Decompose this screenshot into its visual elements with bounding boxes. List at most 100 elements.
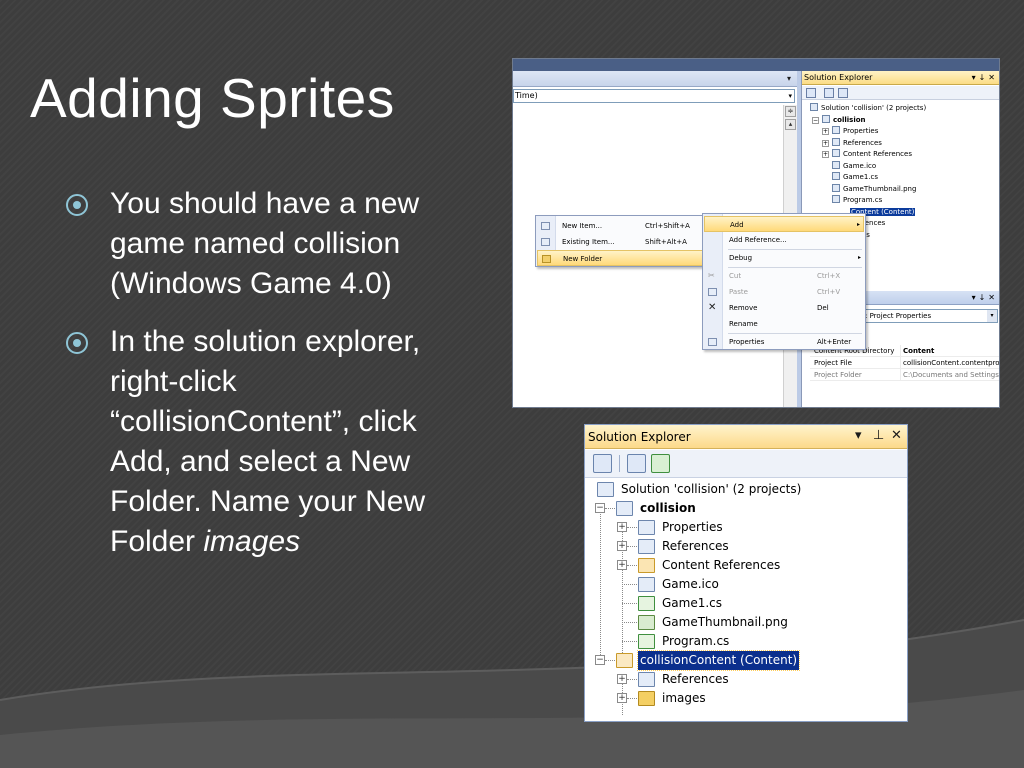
split-icon[interactable]: ≑ <box>785 106 796 117</box>
ide-titlebar <box>513 59 999 71</box>
expand-icon[interactable]: + <box>617 522 627 532</box>
tree-connector <box>605 508 615 509</box>
collapse-icon[interactable]: − <box>812 116 819 124</box>
tree-item[interactable]: GameThumbnail.png <box>802 183 999 196</box>
tree-item-solution[interactable]: Solution 'collision' (2 projects) <box>597 480 897 499</box>
submenu-arrow-icon: ▸ <box>856 221 860 228</box>
menu-item-rename[interactable]: Rename <box>704 316 864 332</box>
menu-item-new-folder[interactable]: New Folder <box>537 250 703 266</box>
editor-combo-text: Time) <box>515 91 538 100</box>
show-all-files-icon[interactable] <box>593 454 612 473</box>
pin-icon[interactable]: ↓ <box>979 293 989 302</box>
add-submenu: New Item... Ctrl+Shift+A Existing Item...… <box>535 215 705 267</box>
show-all-files-icon[interactable] <box>806 88 816 98</box>
tree-item-images-folder[interactable]: + images <box>617 689 897 708</box>
new-item-icon <box>541 222 550 230</box>
tree-item[interactable]: Game.ico <box>802 160 999 173</box>
dropdown-icon[interactable]: ▾ <box>972 73 979 82</box>
tree-item-references[interactable]: + References <box>617 537 897 556</box>
chevron-down-icon[interactable]: ▾ <box>987 310 997 322</box>
expand-icon[interactable]: + <box>617 693 627 703</box>
dropdown-icon[interactable]: ▾ <box>855 428 862 443</box>
bullet-text: You should have a new game named collisi… <box>110 187 420 300</box>
solution-icon <box>810 103 818 111</box>
tree-item-game-ico[interactable]: Game.ico <box>617 575 897 594</box>
properties-object-combo[interactable]: : Project Properties ▾ <box>862 309 998 323</box>
window-buttons[interactable]: ▾↓✕ <box>972 291 998 305</box>
tree-item-gamethumbnail[interactable]: GameThumbnail.png <box>617 613 897 632</box>
expand-icon[interactable]: + <box>822 139 829 147</box>
menu-item-paste[interactable]: Paste Ctrl+V <box>704 284 864 300</box>
collapse-icon[interactable]: − <box>595 655 605 665</box>
tree-item-content-references[interactable]: + Content References <box>617 556 897 575</box>
bullet-emphasis: images <box>203 525 301 558</box>
expand-icon[interactable]: + <box>617 674 627 684</box>
refresh-icon[interactable] <box>838 88 848 98</box>
menu-item-new-item[interactable]: New Item... Ctrl+Shift+A <box>537 218 703 234</box>
property-row[interactable]: Project File collisionContent.contentproj <box>810 357 999 369</box>
editor-member-combo[interactable]: Time) ▾ <box>513 89 795 103</box>
tree-connector <box>627 565 637 566</box>
tree-item-references[interactable]: + References <box>617 670 897 689</box>
tree-connector <box>622 622 637 623</box>
pin-icon[interactable]: ↓ <box>979 73 989 82</box>
close-icon[interactable]: ✕ <box>988 73 998 82</box>
scroll-up-icon[interactable]: ▴ <box>785 119 796 130</box>
tree-item[interactable]: + References <box>802 137 999 150</box>
property-row[interactable]: Project Folder C:\Documents and Settings\ <box>810 369 999 381</box>
tree-item[interactable]: Solution 'collision' (2 projects) <box>802 103 999 115</box>
tree-connector <box>622 584 637 585</box>
tree-item-properties[interactable]: + Properties <box>617 518 897 537</box>
expand-icon[interactable]: + <box>822 128 829 135</box>
pin-icon[interactable]: ⊥ <box>873 428 884 443</box>
tree-item-collisioncontent[interactable]: − collisionContent (Content) <box>595 650 895 671</box>
content-references-icon <box>638 558 655 573</box>
bullet-list: You should have a new game named collisi… <box>66 184 446 580</box>
references-icon <box>638 539 655 554</box>
properties-icon <box>638 520 655 535</box>
content-project-icon <box>616 653 633 668</box>
dropdown-icon[interactable]: ▾ <box>972 293 979 302</box>
toolbar-separator <box>619 455 620 472</box>
remove-icon: ✕ <box>708 302 717 313</box>
solution-explorer-titlebar: Solution Explorer ▾↓✕ <box>802 71 999 85</box>
folder-icon <box>638 691 655 706</box>
menu-item-add[interactable]: Add ▸ <box>704 216 864 232</box>
tree-item-game1-cs[interactable]: Game1.cs <box>617 594 897 613</box>
properties-icon[interactable] <box>627 454 646 473</box>
window-buttons[interactable]: ▾↓✕ <box>972 71 998 85</box>
cs-file-icon <box>638 634 655 649</box>
expand-icon[interactable]: + <box>822 151 829 158</box>
tree-item[interactable]: + Content References <box>802 149 999 161</box>
tree-item[interactable]: Game1.cs <box>802 172 999 184</box>
tree-item-project[interactable]: − collision <box>595 499 895 518</box>
ico-file-icon <box>832 160 840 169</box>
cut-icon: ✂ <box>708 271 715 280</box>
tree-item-program-cs[interactable]: Program.cs <box>617 632 897 651</box>
collapse-icon[interactable]: − <box>595 503 605 513</box>
close-icon[interactable]: ✕ <box>988 293 998 302</box>
cs-file-icon <box>638 596 655 611</box>
tree-item[interactable]: Program.cs <box>802 195 999 207</box>
tree-connector <box>627 698 637 699</box>
refresh-icon[interactable] <box>651 454 670 473</box>
project-icon <box>616 501 633 516</box>
solution-explorer-toolbar <box>585 450 907 478</box>
bullet-text: In the solution explorer, right-click “c… <box>110 325 426 558</box>
menu-item-remove[interactable]: ✕ Remove Del <box>704 300 864 316</box>
menu-item-add-reference[interactable]: Add Reference... <box>704 232 864 248</box>
tree-item[interactable]: + Properties <box>802 126 999 138</box>
chevron-down-icon[interactable]: ▾ <box>787 74 791 83</box>
menu-item-properties[interactable]: Properties Alt+Enter <box>704 334 864 350</box>
expand-icon[interactable]: + <box>617 541 627 551</box>
menu-item-cut[interactable]: ✂ Cut Ctrl+X <box>704 268 864 284</box>
properties-icon[interactable] <box>824 88 834 98</box>
content-references-icon <box>832 149 840 157</box>
expand-icon[interactable]: + <box>617 560 627 570</box>
menu-item-debug[interactable]: Debug ▸ <box>704 250 864 266</box>
menu-item-existing-item[interactable]: Existing Item... Shift+Alt+A <box>537 234 703 250</box>
chevron-down-icon[interactable]: ▾ <box>788 90 792 102</box>
close-icon[interactable]: ✕ <box>891 428 902 443</box>
references-icon <box>832 137 840 146</box>
tree-item[interactable]: − collision <box>802 114 999 127</box>
